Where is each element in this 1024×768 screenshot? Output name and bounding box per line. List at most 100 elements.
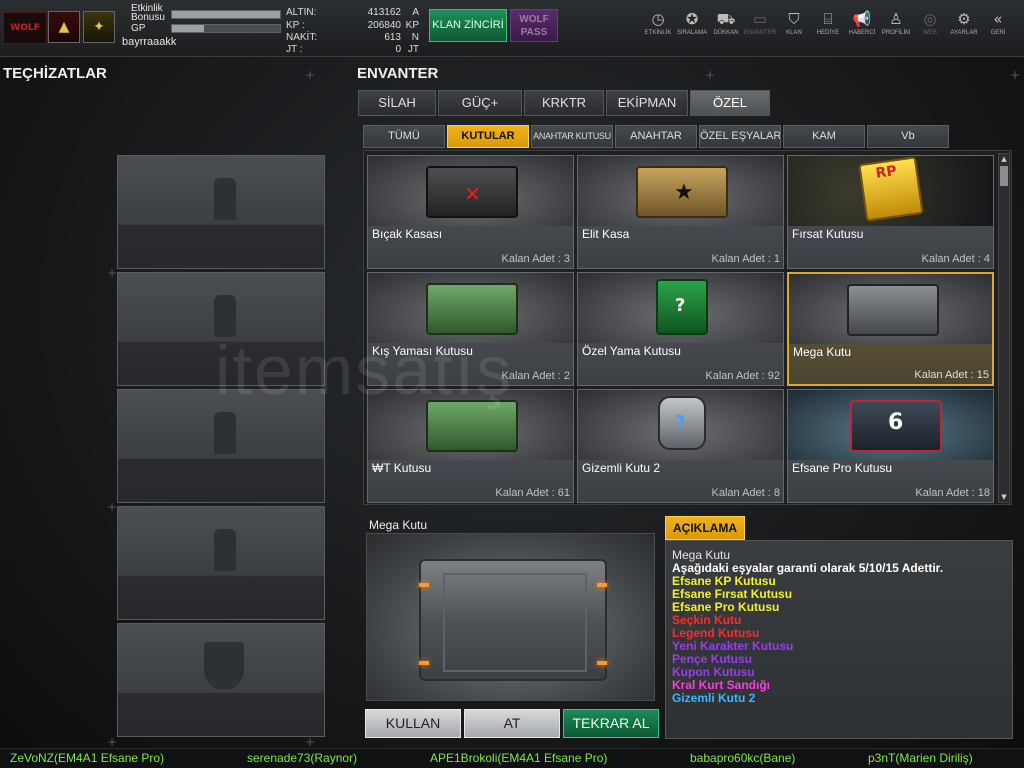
wolf-pass-button[interactable]: WOLF PASS bbox=[510, 9, 558, 42]
menu-profi̇li̇m[interactable]: ♙ PROFİLİM bbox=[878, 8, 914, 52]
green-crate-icon bbox=[426, 400, 518, 452]
menu-geri̇[interactable]: « GERİ bbox=[980, 8, 1016, 52]
plus-icon: + bbox=[107, 266, 118, 280]
item-gizemli-kutu-2[interactable]: ? Gizemli Kutu 2 Kalan Adet : 8 bbox=[577, 389, 784, 503]
inventory-scrollbar[interactable]: ▲ ▼ bbox=[998, 153, 1010, 503]
description-tab[interactable]: AÇIKLAMA bbox=[665, 516, 745, 540]
menu-web[interactable]: ◎ WEB bbox=[912, 8, 948, 52]
currency-kp: KP : 206840 KP bbox=[283, 20, 423, 32]
item-count: Kalan Adet : 18 bbox=[915, 487, 990, 499]
inventory-title: ENVANTER bbox=[357, 65, 439, 82]
item-name: Gizemli Kutu 2 bbox=[582, 461, 661, 475]
gift-box-icon: ? bbox=[656, 279, 708, 335]
subtab-kutular[interactable]: KUTULAR bbox=[447, 125, 529, 148]
tab-krktr[interactable]: KRKTR bbox=[524, 90, 604, 116]
currency-label: KP : bbox=[286, 20, 305, 31]
use-button[interactable]: KULLAN bbox=[365, 709, 461, 738]
currency-unit: A bbox=[412, 7, 419, 18]
equip-slot-1[interactable] bbox=[117, 155, 325, 269]
gp-label: GP bbox=[131, 23, 146, 34]
item-ozel-yama-kutusu[interactable]: ? Özel Yama Kutusu Kalan Adet : 92 bbox=[577, 272, 784, 386]
item-elit-kasa[interactable]: ★ Elit Kasa Kalan Adet : 1 bbox=[577, 155, 784, 269]
clan-badge-icon: ▲ bbox=[58, 19, 70, 35]
rebuy-button[interactable]: TEKRAR AL bbox=[563, 709, 659, 738]
scroll-thumb[interactable] bbox=[1000, 166, 1008, 186]
menu-label: DÜKKAN bbox=[713, 30, 739, 36]
subtab-kam[interactable]: KAM bbox=[783, 125, 865, 148]
currency-unit: JT bbox=[407, 44, 419, 55]
ticker-entry: serenade73(Raynor) bbox=[247, 751, 358, 765]
preview-title: Mega Kutu bbox=[369, 518, 428, 532]
knife-case-icon: ✕ bbox=[426, 166, 518, 218]
equip-slot-4[interactable] bbox=[117, 506, 325, 620]
item-wt-kutusu[interactable]: ₩T Kutusu Kalan Adet : 61 bbox=[367, 389, 574, 503]
item-bicak-kasasi[interactable]: ✕ Bıçak Kasası Kalan Adet : 3 bbox=[367, 155, 574, 269]
item-image bbox=[789, 274, 992, 344]
subtab-vb[interactable]: Vb bbox=[867, 125, 949, 148]
menu-klan[interactable]: ⛉ KLAN bbox=[776, 8, 812, 52]
item-image: ? bbox=[578, 273, 783, 343]
currency-value: 0 bbox=[395, 44, 401, 55]
menu-ayarlar[interactable]: ⚙ AYARLAR bbox=[946, 8, 982, 52]
subtab-tumu[interactable]: TÜMÜ bbox=[363, 125, 445, 148]
item-count: Kalan Adet : 2 bbox=[501, 370, 571, 382]
currency-unit: KP bbox=[405, 20, 419, 31]
menu-siralama[interactable]: ✪ SIRALAMA bbox=[674, 8, 710, 52]
crossed-axes-icon: ✕ bbox=[464, 182, 481, 206]
currency-value: 206840 bbox=[367, 20, 401, 31]
menu-dükkan[interactable]: ⛟ DÜKKAN bbox=[708, 8, 744, 52]
menu-label: WEB bbox=[923, 30, 937, 36]
subtab-anahtar[interactable]: ANAHTAR bbox=[615, 125, 697, 148]
item-image: ★ bbox=[578, 156, 783, 226]
tab-silah[interactable]: SİLAH bbox=[358, 90, 436, 116]
menu-hedi̇ye[interactable]: ⌸ HEDİYE bbox=[810, 8, 846, 52]
rank-eagle-icon: ✦ bbox=[93, 19, 105, 35]
menu-etki̇nli̇k[interactable]: ◷ ETKİNLİK bbox=[640, 8, 676, 52]
menu-label: HABERCİ bbox=[848, 30, 876, 36]
currency-label: ALTIN: bbox=[286, 7, 317, 18]
item-count: Kalan Adet : 15 bbox=[914, 369, 989, 381]
gp-bar bbox=[171, 24, 281, 33]
drop-button[interactable]: AT bbox=[464, 709, 560, 738]
equip-slot-5[interactable] bbox=[117, 623, 325, 737]
item-count: Kalan Adet : 1 bbox=[711, 253, 781, 265]
klan-zinciri-button[interactable]: KLAN ZİNCİRİ bbox=[429, 9, 507, 42]
profile-icon: ♙ bbox=[889, 10, 903, 28]
subtab-anahtar-kutusu[interactable]: ANAHTAR KUTUSU bbox=[531, 125, 613, 148]
menu-label: AYARLAR bbox=[950, 30, 978, 36]
item-name: Efsane Pro Kutusu bbox=[792, 461, 893, 475]
item-count: Kalan Adet : 3 bbox=[501, 253, 571, 265]
plus-icon: + bbox=[1010, 68, 1021, 82]
equip-slot-3[interactable] bbox=[117, 389, 325, 503]
menu-haberci̇[interactable]: 📢 HABERCİ bbox=[844, 8, 880, 52]
equipment-title: TEÇHİZATLAR bbox=[3, 65, 107, 82]
item-mega-kutu[interactable]: Mega Kutu Kalan Adet : 15 bbox=[787, 272, 994, 386]
scroll-up-arrow-icon[interactable]: ▲ bbox=[999, 154, 1009, 164]
event-bonus-label-2: Bonusu bbox=[131, 12, 165, 23]
menu-label: ETKİNLİK bbox=[644, 30, 672, 36]
currency-unit: N bbox=[411, 32, 419, 43]
item-efsane-pro-kutusu[interactable]: 6 Efsane Pro Kutusu Kalan Adet : 18 bbox=[787, 389, 994, 503]
menu-label: SIRALAMA bbox=[676, 30, 708, 36]
menu-envanter[interactable]: ▭ ENVANTER bbox=[742, 8, 778, 52]
tab-ozel[interactable]: ÖZEL bbox=[690, 90, 770, 116]
clan-badge[interactable]: ▲ bbox=[48, 11, 80, 43]
back-icon: « bbox=[993, 10, 1003, 28]
tab-guc[interactable]: GÜÇ+ bbox=[438, 90, 522, 116]
plus-icon: + bbox=[107, 735, 118, 749]
item-image: ✕ bbox=[368, 156, 573, 226]
box-light bbox=[597, 661, 607, 665]
item-firsat-kutusu[interactable]: RP Fırsat Kutusu Kalan Adet : 4 bbox=[787, 155, 994, 269]
gear-icon: ⚙ bbox=[957, 10, 971, 28]
currency-label: NAKİT: bbox=[286, 32, 318, 43]
item-count: Kalan Adet : 61 bbox=[495, 487, 570, 499]
equip-slot-2[interactable] bbox=[117, 272, 325, 386]
item-image: ? bbox=[578, 390, 783, 460]
ticker-entry: p3nT(Marien Diriliş) bbox=[868, 751, 973, 765]
rank-badge[interactable]: ✦ bbox=[83, 11, 115, 43]
item-kis-yamasi-kutusu[interactable]: Kış Yaması Kutusu Kalan Adet : 2 bbox=[367, 272, 574, 386]
subtab-ozel-esyalar[interactable]: ÖZEL EŞYALAR bbox=[699, 125, 781, 148]
scroll-down-arrow-icon[interactable]: ▼ bbox=[999, 492, 1009, 502]
green-crate-icon bbox=[426, 283, 518, 335]
tab-ekipman[interactable]: EKİPMAN bbox=[606, 90, 688, 116]
